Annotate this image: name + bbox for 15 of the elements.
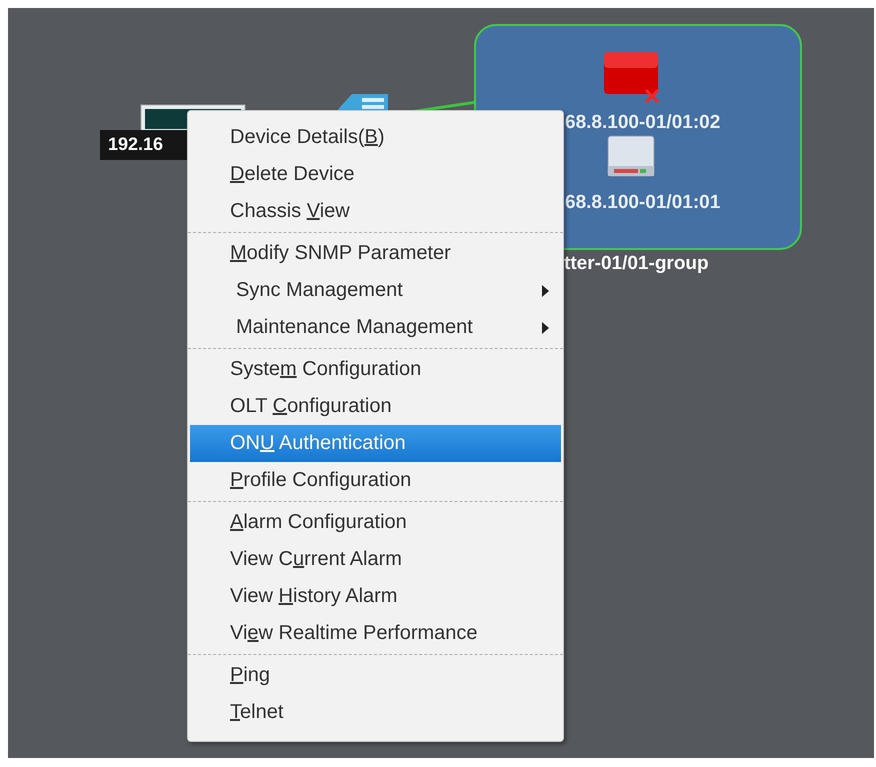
menu-item[interactable]: Telnet: [190, 694, 561, 731]
menu-item[interactable]: Ping: [190, 657, 561, 694]
menu-item[interactable]: Maintenance Management: [190, 309, 561, 346]
menu-item[interactable]: View History Alarm: [190, 578, 561, 615]
menu-item[interactable]: View Realtime Performance: [190, 615, 561, 652]
device-label: 68.8.100-01/01:02: [565, 112, 720, 134]
menu-item[interactable]: System Configuration: [190, 351, 561, 388]
menu-item[interactable]: Sync Management: [190, 272, 561, 309]
menu-item[interactable]: Profile Configuration: [190, 462, 561, 499]
group-label: tter-01/01-group: [564, 253, 709, 275]
menu-item[interactable]: View Current Alarm: [190, 541, 561, 578]
device-label: 68.8.100-01/01:01: [565, 192, 720, 214]
menu-item[interactable]: OLT Configuration: [190, 388, 561, 425]
menu-item[interactable]: Alarm Configuration: [190, 504, 561, 541]
menu-item[interactable]: ONU Authentication: [190, 425, 561, 462]
